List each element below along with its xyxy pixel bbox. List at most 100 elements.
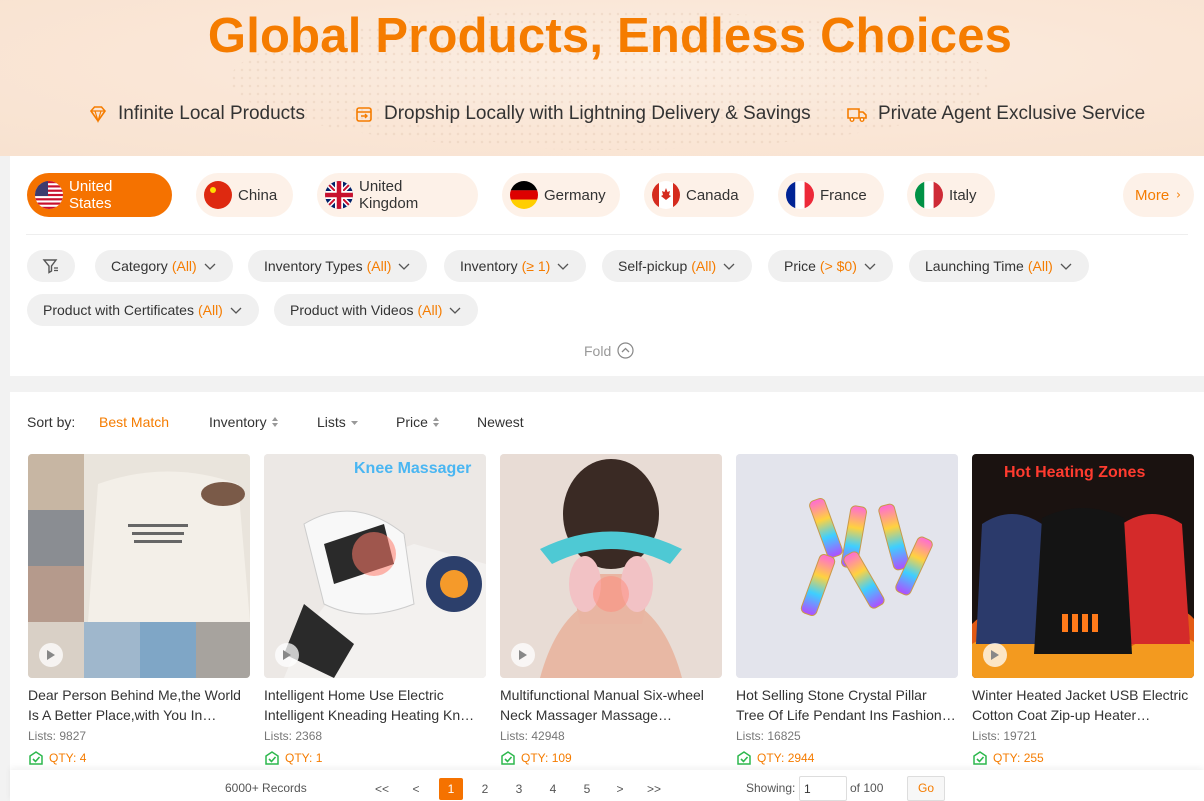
- chevron-down-icon: [557, 263, 569, 270]
- page-number-input[interactable]: [799, 776, 847, 801]
- filter-inventory[interactable]: Inventory (≥ 1): [444, 250, 587, 282]
- sort-newest[interactable]: Newest: [477, 414, 524, 430]
- product-title[interactable]: Dear Person Behind Me,the World Is A Bet…: [28, 685, 250, 725]
- video-play-button[interactable]: [983, 643, 1007, 667]
- video-play-button[interactable]: [39, 643, 63, 667]
- germany-flag-icon: [510, 181, 538, 209]
- fold-label: Fold: [584, 342, 612, 359]
- go-button[interactable]: Go: [907, 776, 945, 801]
- product-image[interactable]: [500, 454, 722, 678]
- country-label: United States: [69, 178, 113, 212]
- sort-option-label: Best Match: [99, 414, 170, 430]
- product-photo-crystal-pendants: [736, 454, 958, 678]
- france-flag-icon: [786, 181, 814, 209]
- filter-label: Launching Time: [925, 258, 1024, 274]
- product-card[interactable]: Hot Heating Zones Winter Heated Jacket U…: [972, 454, 1194, 774]
- more-countries-button[interactable]: More: [1123, 173, 1194, 217]
- sort-option-label: Newest: [477, 414, 524, 430]
- sort-lists[interactable]: Lists: [317, 414, 359, 430]
- sort-inventory[interactable]: Inventory: [209, 414, 279, 430]
- feature-label: Dropship Locally with Lightning Delivery…: [384, 103, 811, 124]
- filter-price[interactable]: Price (> $0): [768, 250, 893, 282]
- sort-best-match[interactable]: Best Match: [99, 414, 169, 430]
- filter-label: Price: [784, 258, 816, 274]
- page-3-button[interactable]: 3: [507, 778, 531, 800]
- product-title[interactable]: Intelligent Home Use Electric Intelligen…: [264, 685, 486, 725]
- product-card[interactable]: Dear Person Behind Me,the World Is A Bet…: [28, 454, 250, 774]
- product-lists: Lists: 19721: [972, 729, 1037, 743]
- product-card[interactable]: Knee Massager Intelligent Home Use Elect…: [264, 454, 486, 774]
- filter-inventory-types[interactable]: Inventory Types (All): [248, 250, 428, 282]
- us-flag-icon: [35, 181, 63, 209]
- product-lists: Lists: 42948: [500, 729, 565, 743]
- filter-self-pickup[interactable]: Self-pickup (All): [602, 250, 753, 282]
- italy-flag-icon: [915, 181, 943, 209]
- video-play-button[interactable]: [275, 643, 299, 667]
- product-image[interactable]: [736, 454, 958, 678]
- page-4-button[interactable]: 4: [541, 778, 565, 800]
- country-tab-china[interactable]: China: [196, 173, 293, 217]
- chevron-down-icon: [204, 263, 216, 270]
- product-card[interactable]: Hot Selling Stone Crystal Pillar Tree Of…: [736, 454, 958, 774]
- product-title[interactable]: Multifunctional Manual Six-wheel Neck Ma…: [500, 685, 722, 725]
- country-tab-germany[interactable]: Germany: [502, 173, 620, 217]
- filter-launching-time[interactable]: Launching Time (All): [909, 250, 1089, 282]
- filter-category[interactable]: Category (All): [95, 250, 233, 282]
- page-1-button[interactable]: 1: [439, 778, 463, 800]
- country-tab-france[interactable]: France: [778, 173, 884, 217]
- filter-icon: [42, 259, 58, 274]
- product-photo-hoodie: [28, 454, 250, 678]
- product-qty: QTY: 2944: [736, 750, 958, 766]
- filter-value: (All): [691, 258, 717, 274]
- product-image[interactable]: Knee Massager: [264, 454, 486, 678]
- china-flag-icon: [204, 181, 232, 209]
- filter-value: (All): [417, 302, 443, 318]
- filter-panel: United States China United Kingdom Germa…: [10, 156, 1204, 376]
- product-image[interactable]: Hot Heating Zones: [972, 454, 1194, 678]
- chevron-down-icon: [1060, 263, 1072, 270]
- product-qty: QTY: 109: [500, 750, 722, 766]
- delivery-truck-icon: [847, 108, 867, 122]
- product-image[interactable]: [28, 454, 250, 678]
- filter-value: (All): [171, 258, 197, 274]
- warehouse-check-icon: [501, 751, 515, 765]
- country-label: Italy: [949, 186, 977, 204]
- warehouse-check-icon: [265, 751, 279, 765]
- filter-certificates[interactable]: Product with Certificates (All): [27, 294, 259, 326]
- country-tab-canada[interactable]: Canada: [644, 173, 754, 217]
- last-page-button[interactable]: >>: [642, 778, 666, 800]
- product-title[interactable]: Hot Selling Stone Crystal Pillar Tree Of…: [736, 685, 958, 725]
- product-qty: QTY: 4: [28, 750, 250, 766]
- sort-arrows-icon: [432, 417, 439, 427]
- fold-filters-button[interactable]: Fold: [584, 342, 634, 359]
- filter-label: Inventory Types: [264, 258, 363, 274]
- product-photo-heated-jacket: [972, 454, 1194, 678]
- country-tab-united-states[interactable]: United States: [27, 173, 172, 217]
- sort-price[interactable]: Price: [396, 414, 440, 430]
- country-tab-italy[interactable]: Italy: [907, 173, 995, 217]
- page-2-button[interactable]: 2: [473, 778, 497, 800]
- divider: [26, 234, 1188, 235]
- page-5-button[interactable]: 5: [575, 778, 599, 800]
- filter-videos[interactable]: Product with Videos (All): [274, 294, 479, 326]
- play-icon: [519, 650, 527, 660]
- product-lists: Lists: 2368: [264, 729, 323, 743]
- country-label: France: [820, 186, 867, 204]
- next-page-button[interactable]: >: [608, 778, 632, 800]
- warehouse-check-icon: [973, 751, 987, 765]
- filter-value: (≥ 1): [521, 258, 551, 274]
- sort-label: Sort by:: [27, 414, 76, 430]
- product-card[interactable]: Multifunctional Manual Six-wheel Neck Ma…: [500, 454, 722, 774]
- warehouse-check-icon: [29, 751, 43, 765]
- country-tab-united-kingdom[interactable]: United Kingdom: [317, 173, 478, 217]
- sort-arrows-icon: [271, 417, 278, 427]
- hero-title: Global Products, Endless Choices: [207, 9, 1013, 63]
- first-page-button[interactable]: <<: [370, 778, 394, 800]
- prev-page-button[interactable]: <: [404, 778, 428, 800]
- video-play-button[interactable]: [511, 643, 535, 667]
- product-title[interactable]: Winter Heated Jacket USB Electric Cotton…: [972, 685, 1194, 725]
- filter-label: Product with Videos: [290, 302, 414, 318]
- filter-toggle-button[interactable]: [27, 250, 75, 282]
- showing-label: Showing:: [746, 781, 796, 795]
- more-label: More: [1135, 186, 1170, 204]
